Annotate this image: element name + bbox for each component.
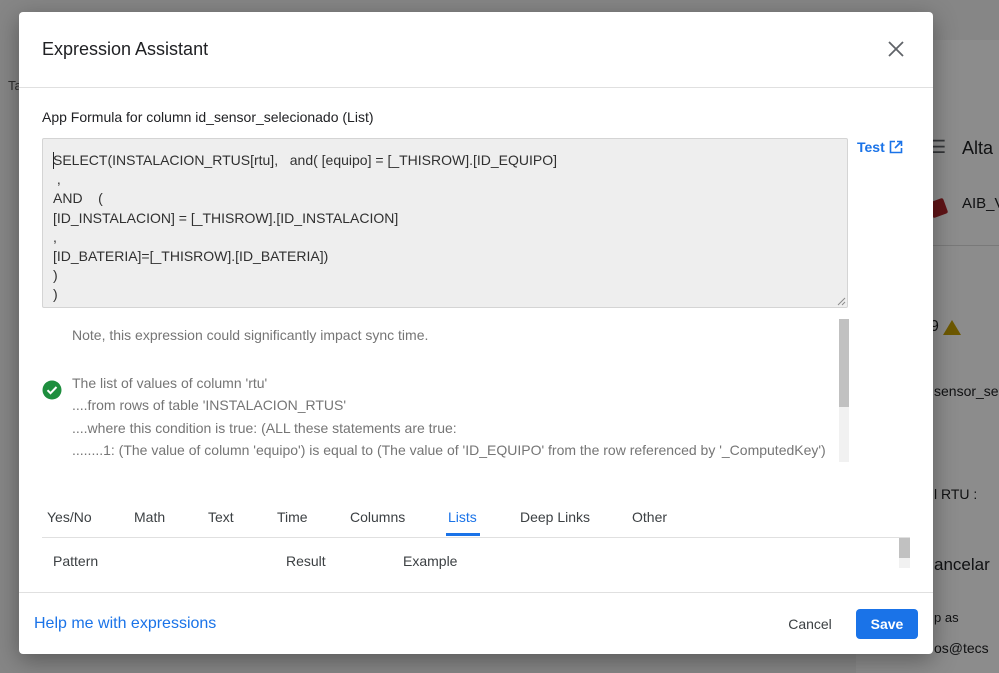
formula-line: , (53, 228, 57, 245)
formula-line: ) (53, 286, 58, 303)
active-tab-indicator (446, 533, 480, 536)
sync-warning-note: Note, this expression could significantl… (72, 327, 429, 343)
explanation-line: The list of values of column 'rtu' (72, 375, 268, 391)
lists-table-scrollbar-thumb[interactable] (899, 538, 910, 558)
tab-lists[interactable]: Lists (448, 509, 477, 525)
close-icon (888, 41, 904, 57)
tab-math[interactable]: Math (134, 509, 165, 525)
formula-line: [ID_BATERIA]=[_THISROW].[ID_BATERIA]) (53, 248, 329, 265)
tab-text[interactable]: Text (208, 509, 234, 525)
formula-line: ) (53, 267, 58, 284)
close-button[interactable] (885, 38, 907, 60)
formula-line: , (53, 171, 61, 188)
open-in-new-icon (889, 140, 903, 154)
lists-table-scrollbar[interactable] (899, 538, 910, 568)
help-expressions-link[interactable]: Help me with expressions (34, 615, 216, 633)
test-label: Test (857, 139, 885, 155)
formula-line: AND ( (53, 190, 103, 207)
explanation-line: ....where this condition is true: (ALL t… (72, 419, 457, 436)
tab-columns[interactable]: Columns (350, 509, 405, 525)
dialog-title: Expression Assistant (42, 39, 209, 59)
tab-time[interactable]: Time (277, 509, 308, 525)
explanation-line: ....from rows of table 'INSTALACION_RTUS… (72, 397, 347, 414)
explanation-scrollbar[interactable] (839, 319, 849, 462)
check-circle-icon (42, 380, 62, 400)
tab-yes-no[interactable]: Yes/No (47, 509, 92, 525)
text-caret (53, 152, 54, 169)
resize-handle-icon[interactable] (836, 296, 846, 306)
column-header-example: Example (403, 553, 458, 569)
dialog-header: Expression Assistant (19, 12, 933, 88)
explanation-scrollbar-thumb[interactable] (839, 319, 849, 407)
column-header-pattern: Pattern (53, 553, 99, 569)
expression-assistant-dialog: Expression Assistant App Formula for col… (19, 12, 933, 654)
save-button[interactable]: Save (856, 609, 918, 639)
tab-deep-links[interactable]: Deep Links (520, 509, 590, 525)
dialog-footer: Help me with expressions Cancel Save (19, 592, 933, 654)
function-category-tabs: Yes/No Math Text Time Columns Lists Deep… (19, 500, 933, 536)
expression-explanation: The list of values of column 'rtu' ....f… (72, 372, 826, 462)
formula-line: SELECT(INSTALACION_RTUS[rtu], and( [equi… (53, 152, 558, 168)
formula-line: [ID_INSTALACION] = [_THISROW].[ID_INSTAL… (53, 209, 399, 226)
explanation-line: ........1: (The value of column 'equipo'… (72, 442, 826, 459)
tab-other[interactable]: Other (632, 509, 667, 525)
tabs-divider (42, 537, 910, 538)
formula-editor[interactable]: SELECT(INSTALACION_RTUS[rtu], and( [equi… (42, 138, 848, 308)
test-link[interactable]: Test (857, 139, 903, 155)
column-formula-label: App Formula for column id_sensor_selecio… (42, 109, 374, 125)
cancel-button[interactable]: Cancel (772, 608, 848, 640)
column-header-result: Result (286, 553, 326, 569)
